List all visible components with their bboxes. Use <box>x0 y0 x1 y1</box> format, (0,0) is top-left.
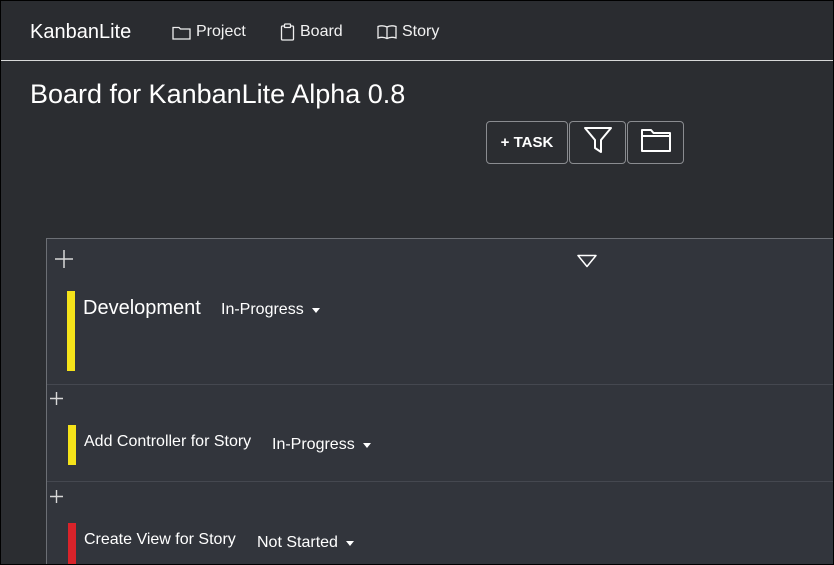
nav-project[interactable]: Project <box>172 23 246 41</box>
task-status-bar <box>68 425 76 465</box>
chevron-down-icon <box>362 442 371 448</box>
chevron-down-icon <box>345 540 354 546</box>
brand-logo[interactable]: KanbanLite <box>30 21 131 44</box>
folder-icon <box>172 25 191 40</box>
filter-button[interactable] <box>569 121 626 164</box>
folder-open-icon <box>640 127 672 158</box>
book-icon <box>377 24 397 40</box>
add-story-task-icon[interactable] <box>54 249 74 271</box>
nav-project-label: Project <box>196 23 246 40</box>
app-window: KanbanLite Project Board Story Board for… <box>0 0 834 565</box>
story-status-dropdown[interactable]: In-Progress <box>221 301 320 319</box>
row-divider <box>47 384 833 385</box>
nav-board[interactable]: Board <box>280 23 343 41</box>
top-navbar: KanbanLite Project Board Story <box>1 1 833 61</box>
task-title: Create View for Story <box>84 531 236 548</box>
story-status-label: In-Progress <box>221 301 304 318</box>
nav-board-label: Board <box>300 23 343 40</box>
board-container: Development In-Progress Add Controller f… <box>46 238 833 564</box>
add-task-button[interactable]: + TASK <box>486 121 568 164</box>
task-status-label: In-Progress <box>272 436 355 453</box>
chevron-down-icon <box>311 307 320 313</box>
task-status-label: Not Started <box>257 534 338 551</box>
story-title: Development <box>83 297 201 319</box>
clipboard-icon <box>280 23 295 41</box>
page-title: Board for KanbanLite Alpha 0.8 <box>30 79 406 109</box>
task-status-dropdown[interactable]: Not Started <box>257 534 354 552</box>
board-toolbar: + TASK <box>486 121 684 164</box>
nav-story-label: Story <box>402 23 440 40</box>
task-status-dropdown[interactable]: In-Progress <box>272 436 371 454</box>
story-status-bar <box>67 291 75 371</box>
nav-story[interactable]: Story <box>377 23 439 41</box>
task-title: Add Controller for Story <box>84 433 252 450</box>
task-status-bar <box>68 523 76 564</box>
open-folder-button[interactable] <box>627 121 684 164</box>
collapse-icon[interactable] <box>577 254 597 273</box>
filter-icon <box>583 125 613 160</box>
add-subtask-icon[interactable] <box>49 489 64 509</box>
add-subtask-icon[interactable] <box>49 391 64 411</box>
row-divider <box>47 481 833 482</box>
